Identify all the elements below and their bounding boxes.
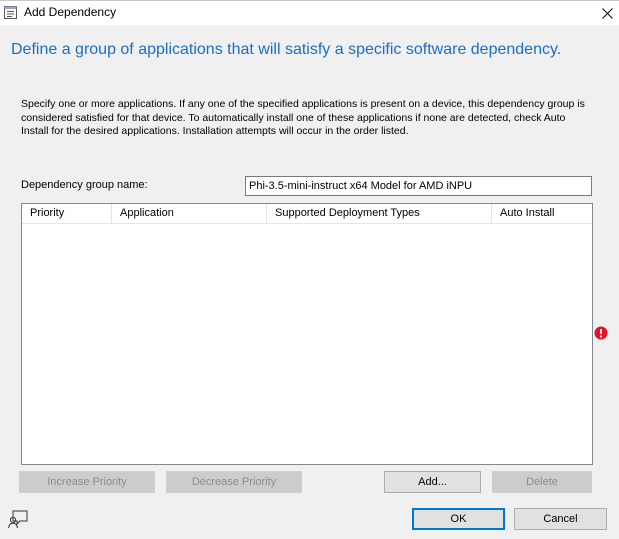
increase-priority-button[interactable]: Increase Priority: [19, 471, 155, 493]
feedback-icon[interactable]: [7, 508, 29, 530]
close-icon: [601, 7, 613, 19]
ok-button[interactable]: OK: [412, 508, 505, 530]
applications-list[interactable]: Priority Application Supported Deploymen…: [21, 203, 593, 465]
column-header-priority[interactable]: Priority: [22, 204, 112, 223]
column-header-application[interactable]: Application: [112, 204, 267, 223]
dependency-group-name-label: Dependency group name:: [21, 179, 148, 191]
dependency-group-name-input[interactable]: [245, 176, 592, 196]
title-bar: Add Dependency: [0, 1, 619, 25]
cancel-button[interactable]: Cancel: [514, 508, 607, 530]
list-header: Priority Application Supported Deploymen…: [22, 204, 592, 224]
window-title: Add Dependency: [24, 5, 117, 19]
delete-button[interactable]: Delete: [492, 471, 592, 493]
instructions-text: Specify one or more applications. If any…: [21, 98, 585, 137]
decrease-priority-button[interactable]: Decrease Priority: [166, 471, 302, 493]
add-button[interactable]: Add...: [384, 471, 481, 493]
column-header-auto-install[interactable]: Auto Install: [492, 204, 592, 223]
column-header-deployment-types[interactable]: Supported Deployment Types: [267, 204, 492, 223]
page-heading: Define a group of applications that will…: [11, 41, 562, 58]
add-dependency-window: Add Dependency Define a group of applica…: [0, 0, 619, 539]
dialog-list-icon: [4, 6, 17, 19]
error-icon: [594, 326, 608, 340]
close-button[interactable]: [595, 2, 619, 24]
